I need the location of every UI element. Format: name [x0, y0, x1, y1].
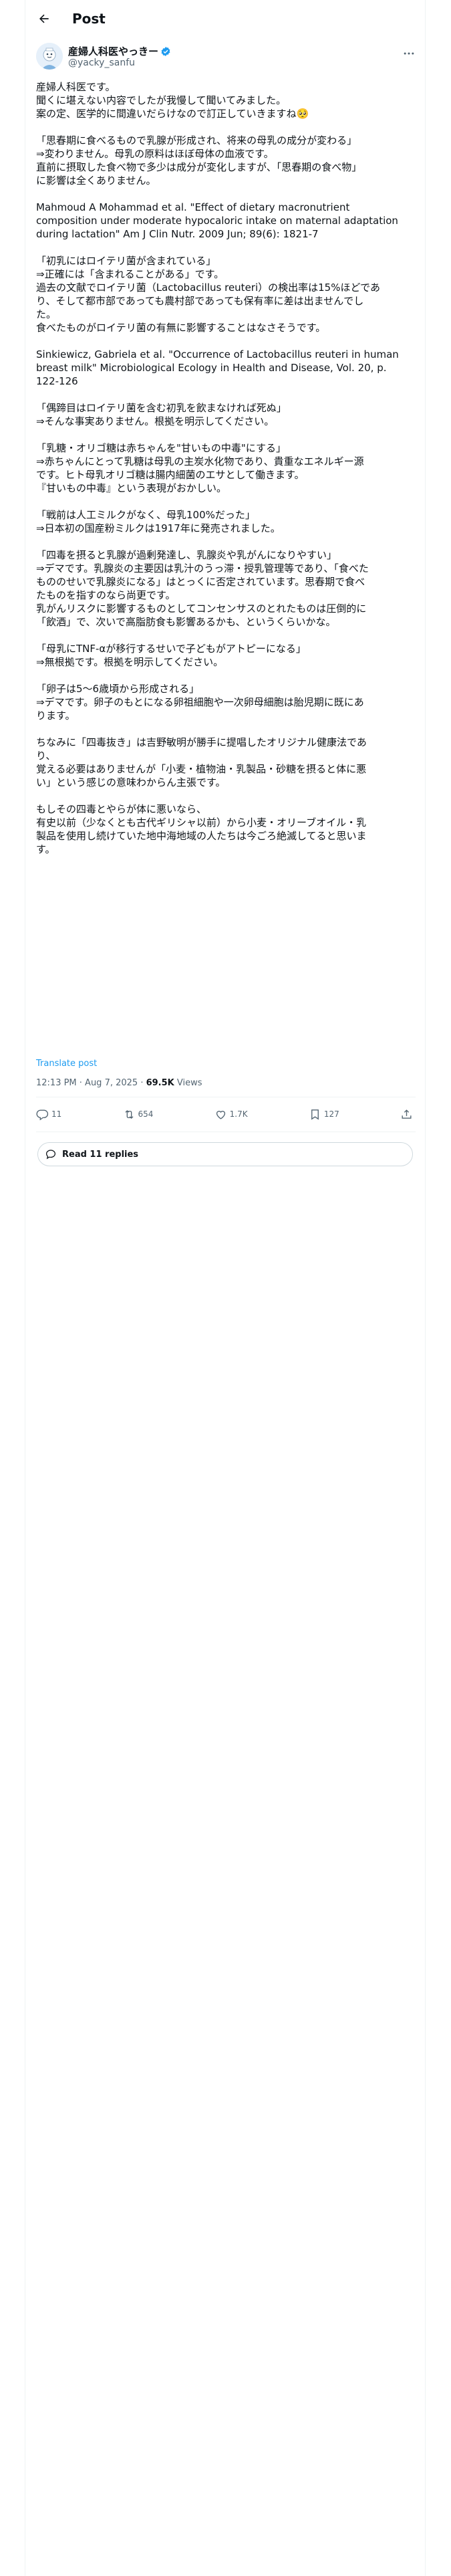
post-line: 「四毒を摂ると乳腺が過剰発達し、乳腺炎や乳がんになりやすい」 — [36, 549, 337, 561]
more-horizontal-icon — [404, 52, 414, 55]
post-line: 「初乳にはロイテリ菌が含まれている」 — [36, 255, 216, 267]
post-line: 乳がんリスクに影響するものとしてコンセンサスのとれたものは圧倒的に — [36, 603, 367, 615]
post-line: 製品を使用し続けていた地中海地域の人たちは今ごろ絶滅してると思いま — [36, 830, 367, 842]
post-line: Mahmoud A Mohammad et al. "Effect of die… — [36, 201, 350, 213]
back-button[interactable] — [36, 11, 52, 27]
views-count: 69.5K — [146, 1078, 174, 1088]
reply-button[interactable]: 11 — [36, 1108, 61, 1121]
post-line: 「母乳にTNF-αが移行するせいで子どもがアトピーになる」 — [36, 643, 306, 655]
post-line: たものを指すのなら尚更です。 — [36, 589, 176, 601]
bookmark-icon — [311, 1109, 319, 1119]
post-line: 「乳糖・オリゴ糖は赤ちゃんを"甘いもの中毒"にする」 — [36, 442, 286, 454]
post-line: 「卵子は5〜6歳頃から形成される」 — [36, 683, 200, 695]
like-count: 1.7K — [229, 1109, 248, 1119]
repost-count: 654 — [138, 1109, 154, 1119]
repost-button[interactable]: 654 — [123, 1108, 154, 1121]
share-button[interactable] — [400, 1108, 416, 1121]
post-line: ⇒正確には「含まれることがある」です。 — [36, 268, 224, 280]
post-text: 産婦人科医です。 聞くに堪えない内容でしたが我慢して聞いてみました。案の定、医学的… — [36, 80, 414, 856]
post-line: に影響は全くありません。 — [36, 175, 156, 187]
like-button[interactable]: 1.7K — [214, 1108, 248, 1121]
post-line: ⇒そんな事実ありません。根拠を明示してください。 — [36, 415, 275, 427]
post-line: 有史以前（少なくとも古代ギリシャ以前）から小麦・オリーブオイル・乳 — [36, 817, 367, 829]
post-line: り、そして都市部であっても農村部であっても保有率に差は出ませんでし — [36, 295, 364, 307]
post-line: 『甘いもの中毒』という表現がおかしい。 — [36, 482, 227, 494]
post-line: 過去の文献でロイテリ菌（Lactobacillus reuteri）の検出率は1… — [36, 282, 381, 294]
post-line: Sinkiewicz, Gabriela et al. "Occurrence … — [36, 348, 399, 360]
read-replies-label: Read 11 replies — [62, 1149, 139, 1160]
author-handle[interactable]: @yacky_sanfu — [68, 58, 135, 68]
post-line: 覚える必要はありませんが「小麦・植物油・乳製品・砂糖を摂ると体に悪 — [36, 763, 367, 775]
post-author: 産婦人科医やっきー @yacky_sanfu — [36, 43, 416, 72]
post-timestamp[interactable]: 12:13 PM · Aug 7, 2025 · — [36, 1078, 146, 1088]
post-line: 「飲酒」で、次いで高脂肪食も影響あるかも、というくらいかな。 — [36, 616, 336, 628]
read-replies-button[interactable]: Read 11 replies — [37, 1142, 413, 1166]
page-title: Post — [72, 11, 106, 27]
post-line: ⇒日本初の国産粉ミルクは1917年に発売されました。 — [36, 522, 281, 534]
author-name[interactable]: 産婦人科医やっきー — [68, 44, 158, 58]
reply-count: 11 — [51, 1109, 62, 1119]
post-line: ⇒デマです。乳腺炎の主要因は乳汁のうっ滞・授乳管理等であり、「食べた — [36, 562, 369, 574]
post-meta: 12:13 PM · Aug 7, 2025 · 69.5K Views — [36, 1078, 202, 1088]
post-line: breast milk" Microbiological Ecology in … — [36, 362, 387, 374]
post-line: もののせいで乳腺炎になる」はとっくに否定されています。思春期で食べ — [36, 576, 365, 588]
more-options-button[interactable] — [402, 47, 416, 60]
avatar[interactable] — [36, 43, 63, 70]
post-line: 聞くに堪えない内容でしたが我慢して聞いてみました。 — [36, 94, 287, 106]
post-line: ちなみに「四毒抜き」は吉野敏明が勝手に提唱したオリジナル健康法であ — [36, 736, 367, 748]
post-line: during lactation" Am J Clin Nutr. 2009 J… — [36, 228, 319, 240]
action-bar: 11 654 1.7K 127 — [36, 1101, 416, 1128]
arrow-left-icon — [39, 14, 49, 23]
post-line: ⇒変わりません。母乳の原料はほぼ母体の血液です。 — [36, 148, 274, 160]
post-line: 食べたものがロイテリ菌の有無に影響することはなさそうです。 — [36, 322, 326, 334]
repost-icon — [124, 1109, 134, 1119]
post-line: 「偶蹄目はロイテリ菌を含む初乳を飲まなければ死ぬ」 — [36, 402, 287, 414]
post-line: い」という感じの意味わからん主張です。 — [36, 776, 226, 788]
post-line: ⇒赤ちゃんにとって乳糖は母乳の主炭水化物であり、貴重なエネルギー源 — [36, 455, 364, 467]
verified-badge-icon — [161, 46, 170, 56]
post-line: ⇒無根拠です。根拠を明示してください。 — [36, 656, 224, 668]
post-line: ります。 — [36, 710, 76, 722]
top-bar: Post — [25, 0, 426, 37]
post-line: composition under moderate hypocaloric i… — [36, 215, 398, 227]
post-line: もしその四毒とやらが体に悪いなら、 — [36, 803, 207, 815]
speech-bubble-icon — [45, 1150, 56, 1160]
heart-icon — [216, 1110, 225, 1119]
main-column: Post 産婦人科医やっきー @yacky_sanfu 産婦人科医です。 聞くに堪… — [25, 0, 426, 2576]
share-icon — [402, 1109, 412, 1119]
reply-icon — [36, 1109, 49, 1120]
post-line: 案の定、医学的に間違いだらけなので訂正していきますね🥺 — [36, 108, 309, 120]
post-line: 122-126 — [36, 375, 78, 387]
views-label: Views — [174, 1078, 202, 1088]
post-line: り、 — [36, 750, 56, 762]
post-line: 「戦前は人工ミルクがなく、母乳100%だった」 — [36, 509, 255, 521]
bookmark-button[interactable]: 127 — [309, 1108, 339, 1121]
post-line: 産婦人科医です。 — [36, 81, 116, 93]
post-line: 「思春期に食べるもので乳腺が形成され、将来の母乳の成分が変わる」 — [36, 134, 357, 146]
author-name-row[interactable]: 産婦人科医やっきー — [68, 44, 171, 58]
translate-post-link[interactable]: Translate post — [36, 1059, 97, 1069]
doctor-avatar-icon — [36, 43, 63, 70]
post-line: ⇒デマです。卵子のもとになる卵祖細胞や一次卵母細胞は胎児期に既にあ — [36, 696, 364, 708]
post-line: です。ヒト母乳オリゴ糖は腸内細菌のエサとして働きます。 — [36, 469, 305, 481]
post-line: 直前に摂取した食べ物で多少は成分が変化しますが、「思春期の食べ物」 — [36, 161, 362, 173]
post-line: す。 — [36, 843, 55, 855]
bookmark-count: 127 — [323, 1109, 339, 1119]
post-line: た。 — [36, 308, 57, 320]
